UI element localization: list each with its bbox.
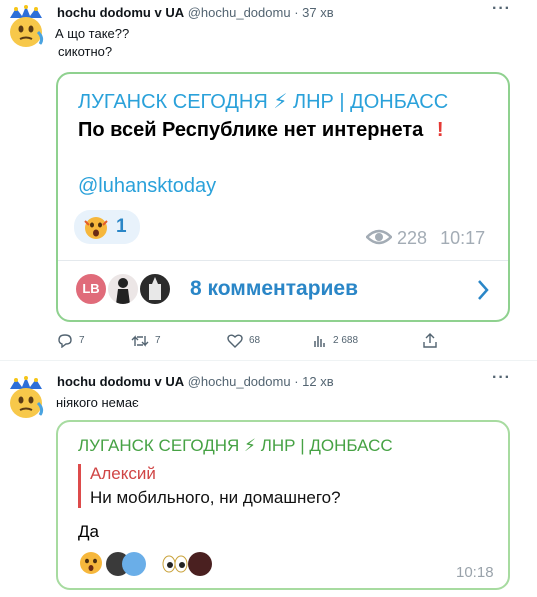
reactor-avatar xyxy=(188,552,212,576)
views-button[interactable]: 2 688 xyxy=(313,334,423,348)
comments-link[interactable]: 8 комментариев xyxy=(190,277,358,301)
heart-icon xyxy=(227,334,243,348)
telegram-post-card[interactable]: ЛУГАНСК СЕГОДНЯ ⚡ ЛНР | ДОНБАСС По всей … xyxy=(56,72,510,322)
chevron-right-icon[interactable] xyxy=(476,279,490,301)
more-icon[interactable]: ··· xyxy=(492,369,511,387)
scream-emoji-icon xyxy=(84,217,108,239)
channel-link[interactable]: @luhansktoday xyxy=(78,175,216,198)
divider xyxy=(58,260,508,261)
views-info: 228 10:17 xyxy=(365,228,486,249)
scream-emoji-icon[interactable] xyxy=(78,550,104,576)
reaction-chip[interactable]: 1 xyxy=(74,210,140,244)
reply-text: Да xyxy=(78,522,99,541)
tweet-actions: 7 7 68 2 688 xyxy=(57,333,457,348)
reply-icon xyxy=(58,334,72,348)
quote-author: Алексий xyxy=(90,464,156,483)
telegram-reply-card[interactable]: ЛУГАНСК СЕГОДНЯ ⚡ ЛНР | ДОНБАСС Алексий … xyxy=(56,420,510,590)
analytics-icon xyxy=(314,335,325,347)
author-name[interactable]: hochu dodomu v UA xyxy=(57,374,184,389)
tweet-text: А що таке?? xyxy=(55,26,130,41)
reply-button[interactable]: 7 xyxy=(57,333,131,348)
tweet-header: hochu dodomu v UA @hochu_dodomu · 37 хв xyxy=(57,5,334,20)
tweet-time[interactable]: 37 хв xyxy=(302,5,333,20)
more-icon[interactable]: ··· xyxy=(492,0,511,18)
commenter-avatar xyxy=(138,272,172,306)
eye-icon xyxy=(365,229,393,245)
avatar[interactable] xyxy=(2,2,50,50)
channel-title: ЛУГАНСК СЕГОДНЯ ⚡ ЛНР | ДОНБАСС xyxy=(78,436,393,455)
reply-quote[interactable]: Алексий Ни мобильного, ни домашнего? xyxy=(78,464,498,508)
share-button[interactable] xyxy=(423,333,437,348)
tweet-time[interactable]: 12 хв xyxy=(302,374,333,389)
author-handle[interactable]: @hochu_dodomu xyxy=(188,5,291,20)
post-text: По всей Республике нет интернета ! xyxy=(78,119,444,141)
commenter-avatar xyxy=(106,272,140,306)
tweet-divider xyxy=(0,360,537,361)
reaction-count: 1 xyxy=(116,216,127,237)
like-button[interactable]: 68 xyxy=(227,334,313,348)
tweet-text: ніякого немає xyxy=(56,395,139,410)
quote-text: Ни мобильного, ни домашнего? xyxy=(90,488,341,507)
reactor-avatar xyxy=(122,552,146,576)
post-time: 10:18 xyxy=(456,564,494,581)
share-icon xyxy=(423,333,437,348)
views-count: 228 xyxy=(397,228,428,248)
retweet-icon xyxy=(131,334,149,347)
channel-title: ЛУГАНСК СЕГОДНЯ ⚡ ЛНР | ДОНБАСС xyxy=(78,91,449,113)
tweet-text: сикотно? xyxy=(58,44,113,59)
post-time: 10:17 xyxy=(440,228,486,248)
commenter-avatar: LB xyxy=(74,272,108,306)
avatar[interactable] xyxy=(2,373,50,421)
author-name[interactable]: hochu dodomu v UA xyxy=(57,5,184,20)
tweet-header: hochu dodomu v UA @hochu_dodomu · 12 хв xyxy=(57,374,334,389)
retweet-button[interactable]: 7 xyxy=(131,334,227,348)
eyes-emoji-icon[interactable] xyxy=(162,552,188,576)
author-handle[interactable]: @hochu_dodomu xyxy=(188,374,291,389)
exclamation-icon: ! xyxy=(436,119,444,141)
